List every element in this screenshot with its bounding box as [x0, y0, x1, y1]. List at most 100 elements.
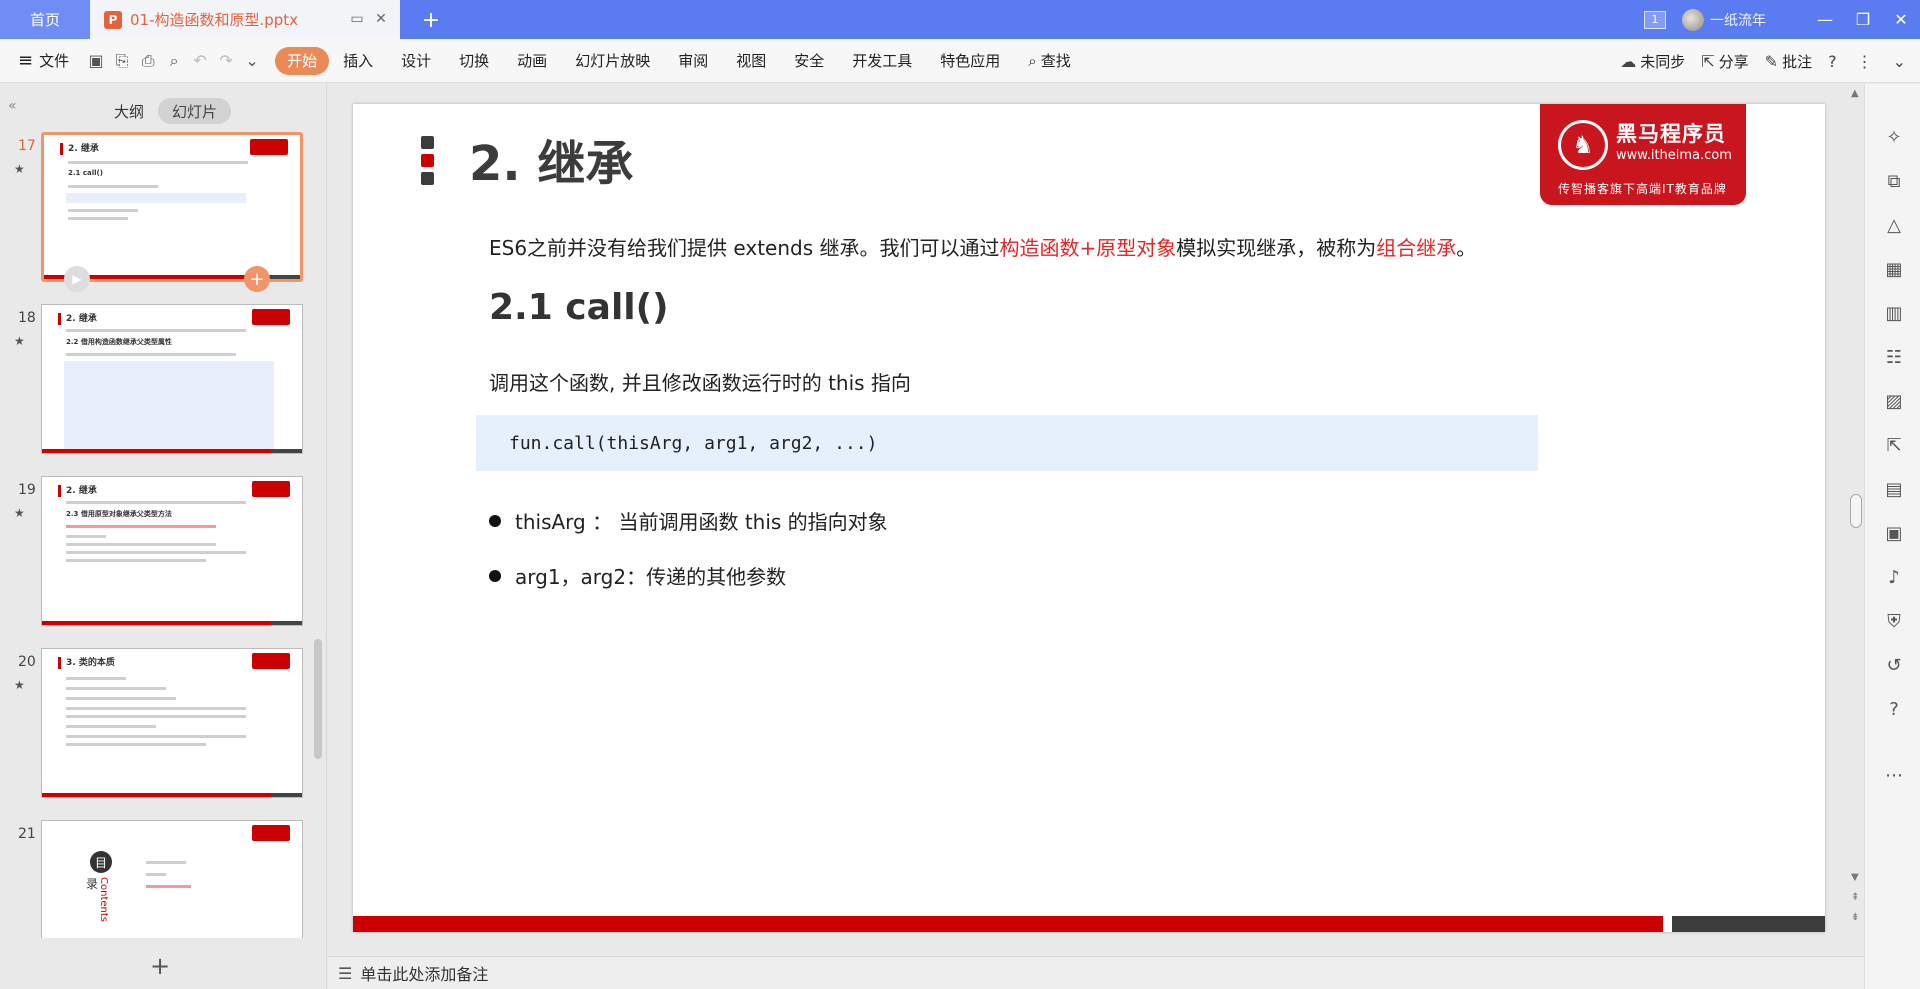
- footer-bar: [42, 449, 302, 453]
- print-icon[interactable]: ⎙: [137, 50, 159, 72]
- tab-insert[interactable]: 插入: [329, 47, 387, 75]
- thumbnail-title: 2. 继承: [68, 144, 99, 154]
- section-description[interactable]: 调用这个函数, 并且修改函数运行时的 this 指向: [489, 367, 911, 396]
- slide-thumbnail[interactable]: 2. 继承 2.3 借用原型对象继承父类型方法: [41, 476, 303, 626]
- tab-slideshow[interactable]: 幻灯片放映: [561, 47, 664, 75]
- ppt-file-icon: P: [104, 10, 122, 29]
- search-button[interactable]: ⌕ 查找: [1014, 47, 1084, 75]
- code-block[interactable]: fun.call(thisArg, arg1, arg2, ...): [476, 415, 1538, 471]
- ribbon: ≡ 文件 ▣ ⎘ ⎙ ⌕ ↶ ↷ ⌄ 开始 插入 设计 切换 动画 幻灯片放映 …: [0, 39, 1920, 83]
- tab-special-apps[interactable]: 特色应用: [926, 47, 1014, 75]
- picture-gallery-icon[interactable]: ▨: [1883, 390, 1905, 412]
- export-icon[interactable]: ⇱: [1883, 434, 1905, 456]
- shapes-icon[interactable]: △: [1883, 214, 1905, 236]
- previous-slide-icon[interactable]: ⇞: [1851, 892, 1859, 903]
- format-painter-icon[interactable]: ⎘: [111, 50, 133, 72]
- thumbnail-row: 20 ★ 3. 类的本质: [0, 648, 310, 808]
- tab-review[interactable]: 审阅: [664, 47, 722, 75]
- text-line: [66, 743, 206, 746]
- archive-icon[interactable]: ▤: [1883, 478, 1905, 500]
- logo-thumbnail: [252, 309, 290, 325]
- document-tab[interactable]: P 01-构造函数和原型.pptx ▭ ✕: [90, 0, 400, 39]
- restore-icon[interactable]: ❐: [1844, 10, 1882, 29]
- bullet-item[interactable]: arg1，arg2：传递的其他参数: [489, 561, 786, 590]
- help-icon[interactable]: ?: [1828, 52, 1841, 71]
- tab-animations[interactable]: 动画: [503, 47, 561, 75]
- file-menu-button[interactable]: ≡ 文件: [18, 50, 69, 71]
- image-icon[interactable]: ▣: [1883, 522, 1905, 544]
- share-button[interactable]: ⇱ 分享: [1701, 51, 1748, 72]
- tab-design[interactable]: 设计: [387, 47, 445, 75]
- save-icon[interactable]: ▣: [85, 50, 107, 72]
- logo-name: 黑马程序员: [1616, 122, 1726, 146]
- collapse-panel-icon[interactable]: «: [8, 98, 17, 114]
- tab-security[interactable]: 安全: [780, 47, 838, 75]
- quick-access-dropdown-icon[interactable]: ⌄: [241, 50, 263, 72]
- audio-icon[interactable]: ♪: [1883, 566, 1905, 588]
- tab-view[interactable]: 视图: [722, 47, 780, 75]
- add-slide-button[interactable]: +: [150, 952, 170, 980]
- bullet-item[interactable]: thisArg ： 当前调用函数 this 的指向对象: [489, 506, 888, 535]
- slide-thumbnail[interactable]: 2. 继承 2.2 借用构造函数继承父类型属性: [41, 304, 303, 454]
- file-menu-label: 文件: [39, 52, 70, 70]
- collapse-ribbon-icon[interactable]: ⌄: [1893, 52, 1910, 71]
- intro-highlight: 构造函数+原型对象: [999, 236, 1177, 260]
- window-pin-icon[interactable]: ▭: [348, 10, 366, 28]
- tab-slides[interactable]: 幻灯片: [158, 98, 232, 124]
- notes-icon: ☰: [338, 963, 353, 983]
- tab-developer[interactable]: 开发工具: [838, 47, 926, 75]
- intro-paragraph[interactable]: ES6之前并没有给我们提供 extends 继承。我们可以通过构造函数+原型对象…: [489, 232, 1476, 261]
- window-count-badge[interactable]: 1: [1644, 10, 1666, 29]
- help-icon[interactable]: ?: [1883, 698, 1905, 720]
- new-tab-button[interactable]: +: [418, 7, 444, 33]
- comment-button[interactable]: ✎ 批注: [1765, 51, 1812, 72]
- tab-transitions[interactable]: 切换: [445, 47, 503, 75]
- slide-thumbnail[interactable]: 2. 继承 2.1 call(): [41, 132, 303, 282]
- slide-switch-icon[interactable]: ⧉: [1883, 170, 1905, 192]
- add-slide-inline-button[interactable]: +: [244, 266, 270, 292]
- panel-tabs: 大纲 幻灯片: [100, 98, 232, 124]
- thumbnail-title: 3. 类的本质: [66, 658, 115, 668]
- home-tab[interactable]: 首页: [0, 0, 90, 39]
- redo-icon[interactable]: ↷: [215, 50, 237, 72]
- play-slide-button[interactable]: ▶: [64, 266, 90, 292]
- sync-button[interactable]: ☁ 未同步: [1620, 51, 1685, 72]
- next-slide-icon[interactable]: ⇟: [1851, 912, 1859, 923]
- text-line: [66, 677, 126, 680]
- undo-icon[interactable]: ↶: [189, 50, 211, 72]
- slide-thumbnail[interactable]: 目 录 Contents: [41, 820, 303, 938]
- more-options-icon[interactable]: ⋯: [1883, 764, 1905, 786]
- tab-home[interactable]: 开始: [275, 46, 330, 75]
- settings-sliders-icon[interactable]: ☷: [1883, 346, 1905, 368]
- footer-bar-red: [353, 916, 1663, 932]
- thumbnail-scrollbar[interactable]: [314, 639, 322, 759]
- username[interactable]: 一纸流年: [1710, 10, 1766, 30]
- scrollbar-thumb[interactable]: [1850, 494, 1862, 528]
- tab-outline[interactable]: 大纲: [100, 98, 158, 124]
- search-label: 查找: [1040, 52, 1071, 70]
- thumbnail-row: 17 ★ 2. 继承 2.1 call() ▶ +: [0, 132, 310, 292]
- notes-bar[interactable]: ☰ 单击此处添加备注: [328, 956, 1864, 989]
- grid-icon[interactable]: ▦: [1883, 258, 1905, 280]
- print-preview-icon[interactable]: ⌕: [163, 50, 185, 72]
- history-icon[interactable]: ↺: [1883, 654, 1905, 676]
- slide-thumbnail[interactable]: 3. 类的本质: [41, 648, 303, 798]
- close-tab-icon[interactable]: ✕: [372, 10, 390, 28]
- chart-icon[interactable]: ▥: [1883, 302, 1905, 324]
- thumbnail-row: 19 ★ 2. 继承 2.3 借用原型对象继承父类型方法: [0, 476, 310, 636]
- close-window-icon[interactable]: ✕: [1882, 10, 1920, 29]
- minimize-icon[interactable]: —: [1806, 10, 1844, 29]
- slide-title[interactable]: 2. 继承: [469, 124, 633, 194]
- slide-canvas[interactable]: 2. 继承 ♞ 黑马程序员 www.itheima.com 传智播客旗下高端IT…: [353, 104, 1825, 932]
- more-menu-icon[interactable]: ⋮: [1857, 52, 1877, 71]
- section-heading[interactable]: 2.1 call(): [489, 287, 669, 328]
- editor-scrollbar[interactable]: ▲ ▼ ⇞ ⇟: [1846, 84, 1864, 954]
- shield-icon[interactable]: ⛨: [1883, 610, 1905, 632]
- question-icon: ?: [1828, 51, 1837, 71]
- scroll-up-icon[interactable]: ▲: [1851, 88, 1859, 99]
- magic-wand-icon[interactable]: ✧: [1883, 126, 1905, 148]
- avatar[interactable]: [1682, 8, 1704, 31]
- intro-text: 。: [1456, 236, 1477, 260]
- scroll-down-icon[interactable]: ▼: [1851, 872, 1859, 883]
- title-bar-right: 1 一纸流年 — ❐ ✕: [1644, 0, 1920, 39]
